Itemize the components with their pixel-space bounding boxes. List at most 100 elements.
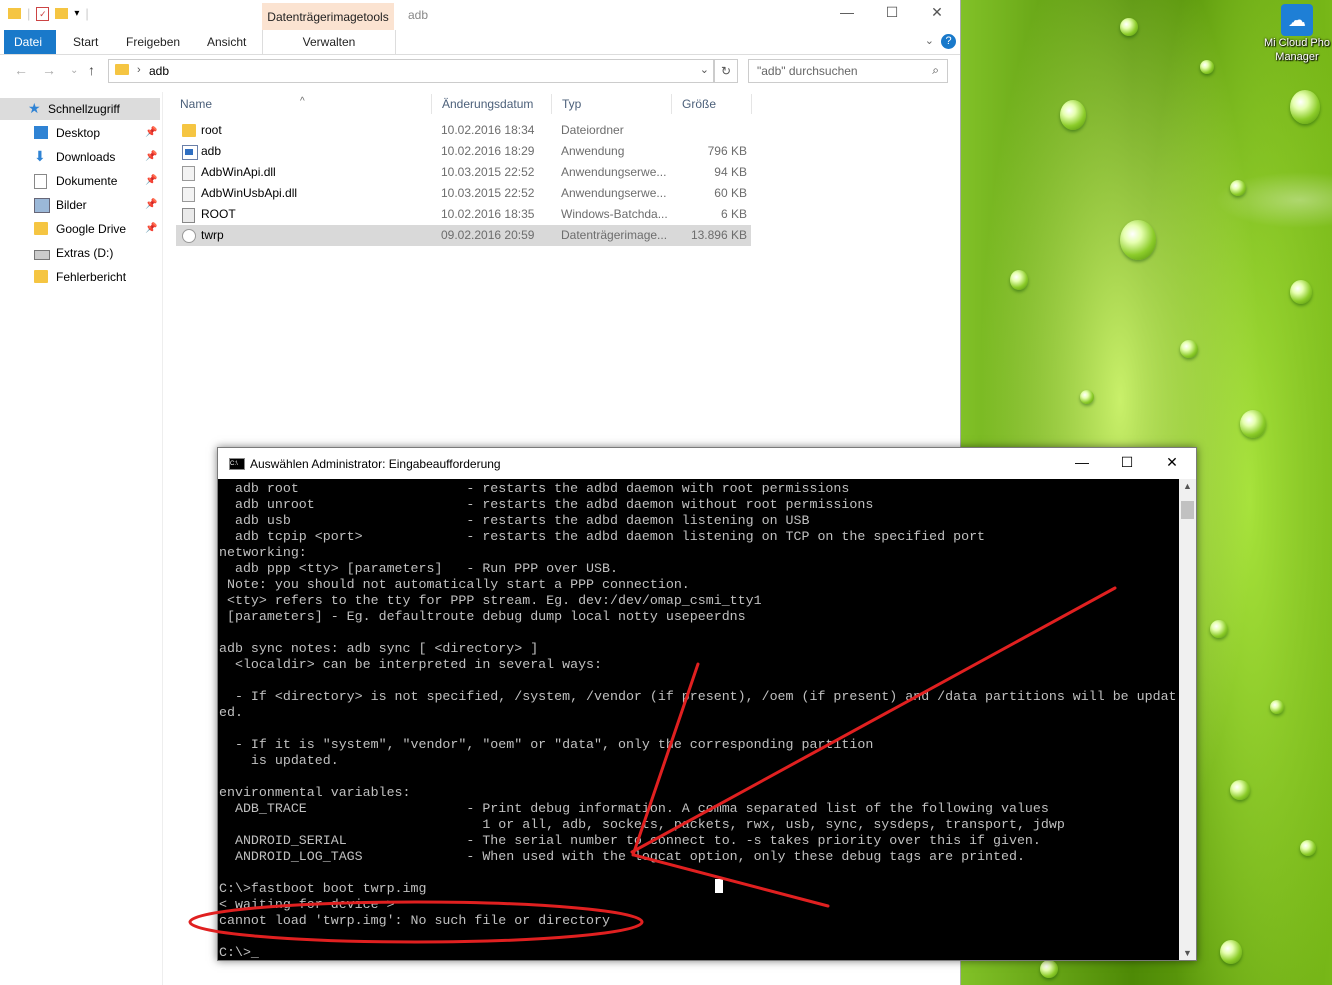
column-header-label: Name — [180, 97, 213, 111]
tab-verwalten[interactable]: Verwalten — [262, 30, 396, 54]
application-icon — [182, 145, 198, 160]
water-drop — [1230, 180, 1246, 196]
sidebar-item-desktop[interactable]: Desktop 📌 — [0, 122, 160, 144]
table-row[interactable]: AdbWinUsbApi.dll 10.03.2015 22:52 Anwend… — [176, 183, 751, 204]
back-icon[interactable]: ← — [14, 62, 28, 78]
window-title: adb — [408, 8, 429, 22]
file-name: AdbWinApi.dll — [201, 165, 276, 179]
console-line: - If <directory> is not specified, /syst… — [219, 689, 1177, 704]
forward-icon[interactable]: → — [42, 62, 56, 78]
sidebar-item-schnellzugriff[interactable]: ★ Schnellzugriff — [0, 98, 160, 120]
close-button[interactable]: ✕ — [914, 4, 960, 26]
pin-icon[interactable]: 📌 — [145, 194, 157, 216]
address-bar-row: ← → ⌄ ↑ › adb ⌄ ↻ "adb" durchsuchen ⌕ — [0, 58, 960, 84]
pin-icon[interactable]: 📌 — [145, 170, 157, 192]
batch-file-icon — [182, 208, 195, 223]
cmd-title-bar[interactable]: C:\ Auswählen Administrator: Eingabeauff… — [218, 448, 1196, 479]
water-drop — [1120, 220, 1156, 260]
file-name: AdbWinUsbApi.dll — [201, 186, 298, 200]
breadcrumb-separator-icon[interactable]: › — [137, 64, 141, 76]
new-folder-icon[interactable] — [55, 8, 69, 19]
file-name: twrp — [201, 228, 224, 242]
sidebar-item-bilder[interactable]: Bilder 📌 — [0, 194, 160, 216]
search-input[interactable]: "adb" durchsuchen ⌕ — [748, 59, 948, 83]
console-line: ed. — [219, 705, 243, 720]
water-drop — [1220, 940, 1242, 964]
search-icon[interactable]: ⌕ — [932, 63, 939, 78]
console-line: 1 or all, adb, sockets, packets, rwx, us… — [219, 817, 1065, 832]
console-line: adb tcpip <port> - restarts the adbd dae… — [219, 529, 986, 544]
text-cursor — [715, 879, 723, 893]
table-row[interactable]: AdbWinApi.dll 10.03.2015 22:52 Anwendung… — [176, 162, 751, 183]
tab-ansicht[interactable]: Ansicht — [195, 30, 258, 54]
column-header-size[interactable]: Größe — [672, 94, 752, 114]
tab-datei[interactable]: Datei — [4, 30, 56, 54]
minimize-button[interactable]: — — [824, 4, 870, 26]
folder-icon — [34, 222, 48, 235]
pin-icon[interactable]: 📌 — [145, 218, 157, 240]
pictures-icon — [34, 198, 50, 213]
sidebar-item-google-drive[interactable]: Google Drive 📌 — [0, 218, 160, 240]
file-size: 6 KB — [720, 207, 747, 221]
sort-ascending-icon: ^ — [300, 96, 305, 107]
sidebar-item-fehlerbericht[interactable]: Fehlerbericht — [0, 266, 160, 288]
console-line: adb usb - restarts the adbd daemon liste… — [219, 513, 810, 528]
file-date: 10.02.2016 18:34 — [441, 123, 535, 137]
recent-locations-icon[interactable]: ⌄ — [70, 65, 78, 76]
column-header-date[interactable]: Änderungsdatum — [432, 94, 552, 114]
tab-freigeben[interactable]: Freigeben — [114, 30, 192, 54]
console-icon: C:\ — [229, 458, 245, 470]
properties-icon[interactable]: ✓ — [36, 6, 50, 21]
pin-icon[interactable]: 📌 — [145, 122, 157, 144]
column-header-name[interactable]: Name ^ — [170, 94, 432, 114]
sidebar-item-dokumente[interactable]: Dokumente 📌 — [0, 170, 160, 192]
water-drop — [1080, 390, 1094, 404]
scroll-up-icon[interactable]: ▲ — [1183, 481, 1192, 491]
table-row[interactable]: ROOT 10.02.2016 18:35 Windows-Batchda...… — [176, 204, 751, 225]
star-icon: ★ — [28, 100, 41, 116]
quick-access-toolbar: | ✓ ▾ | — [8, 6, 89, 21]
file-type: Anwendungserwe... — [561, 165, 667, 179]
file-date: 10.02.2016 18:35 — [441, 207, 535, 221]
minimize-button[interactable]: — — [1059, 454, 1105, 470]
file-size: 94 KB — [714, 165, 747, 179]
sidebar-item-downloads[interactable]: ⬇ Downloads 📌 — [0, 146, 160, 168]
sidebar-item-label: Dokumente — [56, 174, 118, 188]
chevron-down-icon[interactable]: ⌄ — [925, 34, 934, 47]
tab-start[interactable]: Start — [61, 30, 110, 54]
vertical-scrollbar[interactable]: ▲ ▼ — [1179, 479, 1196, 960]
scroll-down-icon[interactable]: ▼ — [1183, 948, 1192, 958]
console-line: adb unroot - restarts the adbd daemon wi… — [219, 497, 874, 512]
console-output[interactable]: adb root - restarts the adbd daemon with… — [219, 481, 1177, 959]
console-line: cannot load 'twrp.img': No such file or … — [219, 913, 610, 928]
close-button[interactable]: ✕ — [1149, 454, 1195, 471]
address-field[interactable]: › adb ⌄ — [108, 59, 714, 83]
folder-icon[interactable] — [8, 8, 21, 19]
refresh-button[interactable]: ↻ — [714, 59, 738, 83]
console-line: networking: — [219, 545, 307, 560]
column-header-label: Typ — [562, 97, 582, 111]
breadcrumb[interactable]: adb — [149, 64, 169, 78]
column-header-type[interactable]: Typ — [552, 94, 672, 114]
ribbon-tabs: Datei Start Freigeben Ansicht Verwalten … — [0, 30, 960, 55]
customize-qat-icon[interactable]: ▾ — [74, 8, 79, 19]
folder-icon — [182, 124, 196, 137]
sidebar-item-extras-d[interactable]: Extras (D:) — [0, 242, 160, 264]
up-icon[interactable]: ↑ — [88, 62, 95, 78]
help-icon[interactable]: ? — [941, 34, 956, 49]
water-drop — [1200, 60, 1214, 74]
pin-icon[interactable]: 📌 — [145, 146, 157, 168]
table-row[interactable]: root 10.02.2016 18:34 Dateiordner — [176, 120, 751, 141]
water-drop — [1210, 620, 1228, 638]
maximize-button[interactable]: ☐ — [1104, 454, 1150, 471]
desktop-icon-mi-cloud[interactable]: ☁ Mi Cloud Pho Manager — [1262, 4, 1332, 64]
file-type: Windows-Batchda... — [561, 207, 668, 221]
console-line: ADB_TRACE - Print debug information. A c… — [219, 801, 1049, 816]
chevron-down-icon[interactable]: ⌄ — [700, 63, 709, 76]
table-row-selected[interactable]: twrp 09.02.2016 20:59 Datenträgerimage..… — [176, 225, 751, 246]
maximize-button[interactable]: ☐ — [869, 4, 915, 26]
table-row[interactable]: adb 10.02.2016 18:29 Anwendung 796 KB — [176, 141, 751, 162]
scroll-thumb[interactable] — [1181, 501, 1194, 519]
